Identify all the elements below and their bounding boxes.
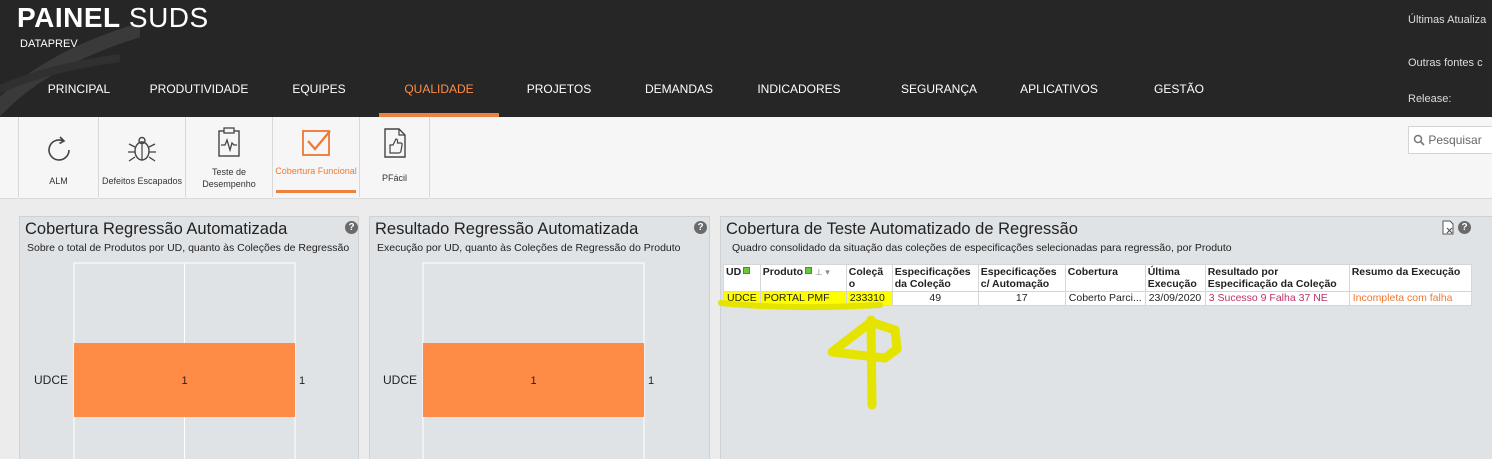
cell-especificacoes: 49 <box>891 291 979 306</box>
category-label[interactable]: UDCE <box>383 373 417 387</box>
col-ultima-execucao[interactable]: Última Execução <box>1144 264 1206 292</box>
app-title-bold: PAINEL <box>17 2 121 33</box>
col-ud-label: UD <box>726 266 742 278</box>
tool-cobertura-funcional[interactable]: Cobertura Funcional <box>273 117 360 197</box>
col-produto[interactable]: Produto ⊥ ▾ <box>759 264 847 292</box>
refresh-icon <box>47 136 70 161</box>
bar-chart-resultado[interactable]: UDCE 1 1 <box>370 217 711 459</box>
release-text: Release: <box>1408 93 1452 105</box>
app-subtitle: DATAPREV <box>20 38 78 50</box>
cell-cobertura: Coberto Parci... <box>1064 291 1146 306</box>
col-espec-label-2: da Coleção <box>894 278 951 290</box>
bar-value-label: 1 <box>530 375 536 387</box>
tool-teste-label: Teste de Desempenho <box>202 167 256 189</box>
tool-alm[interactable]: ALM <box>18 117 99 197</box>
cell-resultado[interactable]: 3 Sucesso 9 Falha 37 NE <box>1204 291 1350 306</box>
col-especificacoes[interactable]: Especificações da Coleção <box>891 264 979 292</box>
cell-produto[interactable]: PORTAL PMF <box>759 291 847 306</box>
filter-indicator-icon <box>805 267 813 274</box>
main-nav: PRINCIPAL PRODUTIVIDADE EQUIPES QUALIDAD… <box>0 78 1400 117</box>
cell-resumo[interactable]: Incompleta com falha <box>1348 291 1472 306</box>
tool-cobertura-label: Cobertura Funcional <box>275 166 357 176</box>
search-input[interactable]: Pesquisar <box>1408 126 1492 154</box>
nav-principal[interactable]: PRINCIPAL <box>32 78 126 117</box>
filter-indicator-icon <box>743 267 751 274</box>
coverage-table: UD Produto ⊥ ▾ Coleçã o Especificações da … <box>723 264 1472 306</box>
last-updates-text[interactable]: Últimas Atualiza <box>1408 14 1486 26</box>
col-cobertura[interactable]: Cobertura <box>1064 264 1146 292</box>
nav-demandas[interactable]: DEMANDAS <box>633 78 725 117</box>
other-sources-text[interactable]: Outras fontes c <box>1408 57 1483 69</box>
col-resumo-label: Resumo da Execução <box>1351 266 1461 278</box>
bar-chart-regressao[interactable]: UDCE 1 1 <box>20 217 360 459</box>
cell-ud[interactable]: UDCE <box>723 291 761 306</box>
panel-cobertura-regressao: Cobertura Regressão Automatizada Sobre o… <box>19 216 359 459</box>
col-resultado-label-2: Especificação da Coleção <box>1207 278 1337 290</box>
col-ultima-label-1: Última <box>1147 266 1180 278</box>
col-ultima-label-2: Execução <box>1147 278 1197 290</box>
cell-automacao: 17 <box>977 291 1066 306</box>
bar-end-label: 1 <box>299 375 305 387</box>
app-title-rest: SUDS <box>120 2 209 33</box>
app-header: PAINEL SUDS DATAPREV PRINCIPAL PRODUTIVI… <box>0 0 1492 117</box>
col-especificacoes-automacao[interactable]: Especificações c/ Automação <box>977 264 1066 292</box>
col-resumo[interactable]: Resumo da Execução <box>1348 264 1472 292</box>
search-placeholder: Pesquisar <box>1428 133 1482 147</box>
col-espec-auto-label-1: Especificações <box>980 266 1057 278</box>
col-colecao[interactable]: Coleçã o <box>845 264 893 292</box>
table-row[interactable]: UDCE PORTAL PMF 233310 49 17 Coberto Par… <box>723 291 1472 306</box>
col-colecao-label-2: o <box>848 278 856 290</box>
col-produto-label: Produto <box>762 266 804 278</box>
nav-projetos[interactable]: PROJETOS <box>520 78 598 117</box>
tool-defeitos-escapados[interactable]: Defeitos Escapados <box>99 117 186 197</box>
document-thumbs-up-icon <box>383 128 406 158</box>
search-icon <box>1413 134 1425 146</box>
panel-title: Cobertura de Teste Automatizado de Regre… <box>726 220 1078 238</box>
col-resultado[interactable]: Resultado por Especificação da Coleção <box>1204 264 1350 292</box>
panel-subtitle: Quadro consolidado da situação das coleç… <box>732 242 1232 254</box>
cell-colecao[interactable]: 233310 <box>845 291 893 306</box>
nav-aplicativos[interactable]: APLICATIVOS <box>1010 78 1108 117</box>
tool-teste-desempenho[interactable]: Teste de Desempenho <box>186 117 273 197</box>
nav-produtividade[interactable]: PRODUTIVIDADE <box>140 78 258 117</box>
tool-pfacil[interactable]: PFácil <box>360 117 430 197</box>
col-resultado-label-1: Resultado por <box>1207 266 1279 278</box>
app-title: PAINEL SUDS <box>17 2 209 34</box>
category-label[interactable]: UDCE <box>34 373 68 387</box>
tool-alm-label: ALM <box>49 176 68 186</box>
panel-resultado-regressao: Resultado Regressão Automatizada Execuçã… <box>369 216 710 459</box>
sort-icon[interactable]: ⊥ ▾ <box>815 267 830 277</box>
help-icon[interactable]: ? <box>1458 221 1471 234</box>
bar-value-label: 1 <box>181 375 187 387</box>
col-espec-label-1: Especificações <box>894 266 971 278</box>
col-ud[interactable]: UD <box>723 264 761 292</box>
tool-defeitos-label: Defeitos Escapados <box>101 176 183 186</box>
cell-ultima-execucao: 23/09/2020 <box>1144 291 1206 306</box>
nav-seguranca[interactable]: SEGURANÇA <box>890 78 988 117</box>
col-cobertura-label: Cobertura <box>1067 266 1118 278</box>
checkbox-icon <box>302 130 331 156</box>
sheet-tabs: ALM Defeitos Escapados Teste de Desempen… <box>18 117 430 197</box>
toolbar: ALM Defeitos Escapados Teste de Desempen… <box>0 117 1492 199</box>
nav-qualidade[interactable]: QUALIDADE <box>379 78 499 117</box>
panel-cobertura-teste: Cobertura de Teste Automatizado de Regre… <box>720 216 1492 459</box>
tool-pfacil-label: PFácil <box>381 173 407 183</box>
table-header-row: UD Produto ⊥ ▾ Coleçã o Especificações da … <box>723 264 1472 292</box>
nav-equipes[interactable]: EQUIPES <box>280 78 358 117</box>
nav-gestao[interactable]: GESTÃO <box>1144 78 1214 117</box>
clear-selection-icon[interactable] <box>1441 220 1455 235</box>
col-espec-auto-label-2: c/ Automação <box>980 278 1050 290</box>
bar-end-label: 1 <box>648 375 654 387</box>
col-colecao-label-1: Coleçã <box>848 266 884 278</box>
clipboard-pulse-icon <box>218 127 240 157</box>
bug-icon <box>128 136 156 162</box>
nav-indicadores[interactable]: INDICADORES <box>748 78 850 117</box>
